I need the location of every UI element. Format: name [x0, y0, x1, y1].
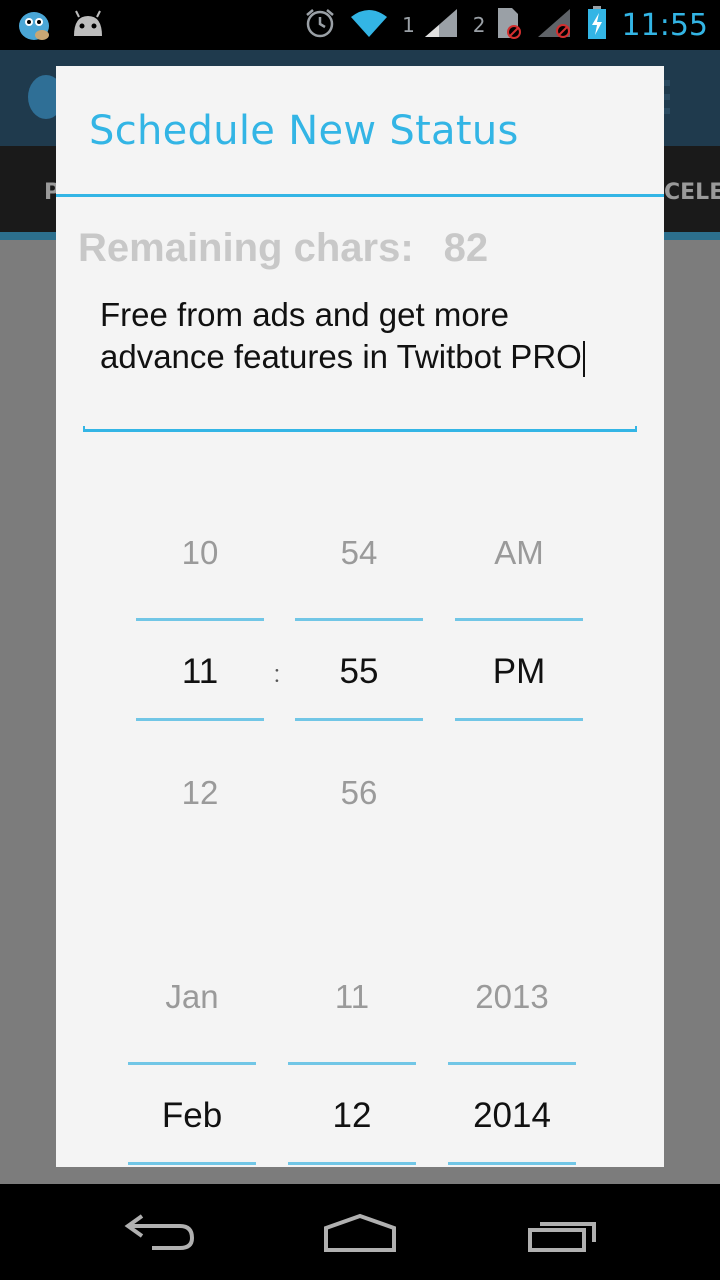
month-picker[interactable]: Jan Feb — [128, 970, 256, 1167]
month-divider-top — [128, 1062, 256, 1065]
dialog-title: Schedule New Status — [89, 108, 519, 154]
time-separator: : — [274, 660, 280, 688]
wifi-badge: 1 — [402, 13, 415, 37]
hour-divider-bottom — [136, 718, 264, 721]
ampm-picker[interactable]: AM PM — [455, 526, 583, 846]
status-bar: 1 2 11:55 — [0, 0, 720, 50]
day-divider-top — [288, 1062, 416, 1065]
remaining-chars-count: 82 — [443, 226, 489, 270]
signal-no-service-icon — [536, 7, 572, 43]
android-icon — [70, 8, 106, 46]
sim-icon — [494, 6, 522, 44]
alarm-icon — [304, 7, 336, 43]
minute-prev[interactable]: 54 — [295, 534, 423, 572]
home-icon[interactable] — [322, 1212, 398, 1258]
minute-divider-top — [295, 618, 423, 621]
day-selected[interactable]: 12 — [288, 1096, 416, 1136]
status-input-text: Free from ads and get more advance featu… — [100, 296, 582, 375]
day-picker[interactable]: 11 12 — [288, 970, 416, 1167]
month-selected[interactable]: Feb — [128, 1096, 256, 1136]
year-divider-top — [448, 1062, 576, 1065]
hour-selected[interactable]: 11 — [136, 652, 264, 692]
hour-next[interactable]: 12 — [136, 774, 264, 812]
schedule-status-dialog: Schedule New Status Remaining chars: 82 F… — [56, 66, 664, 1167]
day-prev[interactable]: 11 — [288, 978, 416, 1016]
twitbot-app-icon — [16, 8, 52, 46]
ampm-divider-top — [455, 618, 583, 621]
month-divider-bottom — [128, 1162, 256, 1165]
minute-picker[interactable]: 54 55 56 — [295, 526, 423, 846]
overflow-menu-icon — [664, 80, 674, 124]
year-prev[interactable]: 2013 — [448, 978, 576, 1016]
month-prev[interactable]: Jan — [128, 978, 256, 1016]
year-selected[interactable]: 2014 — [448, 1096, 576, 1136]
year-picker[interactable]: 2013 2014 — [448, 970, 576, 1167]
battery-charging-icon — [586, 5, 608, 45]
wifi-icon — [350, 7, 388, 43]
minute-selected[interactable]: 55 — [295, 652, 423, 692]
back-icon[interactable] — [122, 1212, 196, 1256]
status-clock: 11:55 — [621, 7, 708, 43]
hour-picker[interactable]: 10 11 12 — [136, 526, 264, 846]
minute-next[interactable]: 56 — [295, 774, 423, 812]
year-divider-bottom — [448, 1162, 576, 1165]
tab-right-fragment: CELED — [664, 180, 720, 205]
hour-divider-top — [136, 618, 264, 621]
remaining-chars-label: Remaining chars: — [78, 226, 414, 270]
recents-icon[interactable] — [524, 1214, 600, 1258]
sim2-badge: 2 — [472, 13, 486, 37]
signal-icon — [423, 7, 459, 43]
minute-divider-bottom — [295, 718, 423, 721]
ampm-selected[interactable]: PM — [455, 652, 583, 692]
hour-prev[interactable]: 10 — [136, 534, 264, 572]
title-divider — [56, 194, 664, 197]
navigation-bar — [0, 1184, 720, 1280]
status-input[interactable]: Free from ads and get more advance featu… — [100, 294, 640, 378]
day-divider-bottom — [288, 1162, 416, 1165]
text-cursor — [582, 341, 585, 378]
remaining-chars: Remaining chars: 82 — [78, 226, 488, 271]
status-input-underline — [83, 426, 637, 432]
ampm-divider-bottom — [455, 718, 583, 721]
ampm-prev[interactable]: AM — [455, 534, 583, 572]
